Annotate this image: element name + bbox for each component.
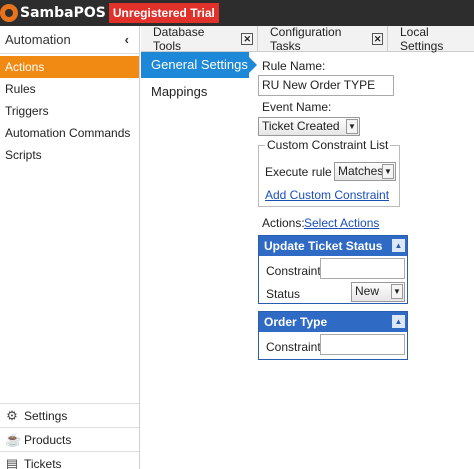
- action-panel-update-ticket-status: Update Ticket Status ▲ Constraint: Statu…: [258, 235, 408, 304]
- subnav-general-settings[interactable]: General Settings: [141, 52, 257, 78]
- status-value: New: [355, 284, 380, 298]
- title-bar: SambaPOS Unregistered Trial: [0, 0, 474, 26]
- event-name-select[interactable]: Ticket Created ▼: [258, 117, 360, 136]
- sidebar-collapse-icon[interactable]: ‹: [125, 32, 129, 47]
- sidebar-item-actions[interactable]: Actions: [0, 56, 139, 78]
- select-actions-link[interactable]: Select Actions: [304, 216, 379, 230]
- rule-name-input[interactable]: RU New Order TYPE: [258, 75, 394, 96]
- status-label: Status: [266, 287, 301, 301]
- tab-bar: Database Tools ✕ Configuration Tasks ✕ L…: [141, 25, 474, 53]
- event-name-label: Event Name:: [262, 100, 332, 114]
- sidebar-item-automation-commands[interactable]: Automation Commands: [0, 122, 139, 144]
- tab-database-tools[interactable]: Database Tools ✕: [141, 25, 258, 53]
- add-custom-constraint-link[interactable]: Add Custom Constraint: [265, 188, 389, 202]
- tab-local-settings[interactable]: Local Settings: [388, 25, 474, 53]
- sidebar-header: Automation ‹: [0, 26, 139, 54]
- constraint-label: Constraint:: [266, 340, 325, 354]
- actions-label: Actions:: [262, 216, 305, 230]
- trial-badge: Unregistered Trial: [108, 3, 219, 23]
- subnav-mappings[interactable]: Mappings: [141, 79, 249, 105]
- sidebar-bottom-label: Settings: [24, 408, 68, 423]
- action-panel-order-type: Order Type ▲ Constraint:: [258, 311, 408, 360]
- sidebar-item-settings[interactable]: ⚙ Settings: [0, 403, 139, 427]
- sambapos-logo-icon: [0, 4, 18, 22]
- action-panel-title: Update Ticket Status: [264, 239, 383, 253]
- action-panel-header: Update Ticket Status ▲: [259, 236, 407, 256]
- cup-icon: ☕: [5, 431, 22, 447]
- tab-configuration-tasks[interactable]: Configuration Tasks ✕: [258, 25, 388, 53]
- sidebar-item-triggers[interactable]: Triggers: [0, 100, 139, 122]
- gear-icon: ⚙: [6, 407, 18, 423]
- tab-label: Configuration Tasks: [270, 25, 342, 53]
- status-select[interactable]: New ▼: [351, 282, 405, 302]
- chevron-down-icon: ▼: [391, 284, 403, 299]
- constraint-input[interactable]: [320, 258, 405, 279]
- collapse-up-icon[interactable]: ▲: [392, 239, 405, 252]
- constraint-label: Constraint:: [266, 264, 325, 278]
- event-name-value: Ticket Created: [262, 119, 340, 133]
- sidebar-item-products[interactable]: ☕ Products: [0, 427, 139, 451]
- sidebar-title: Automation: [5, 32, 71, 47]
- execute-rule-value: Matches: [338, 164, 384, 178]
- close-icon[interactable]: ✕: [241, 33, 253, 45]
- collapse-up-icon[interactable]: ▲: [392, 315, 405, 328]
- custom-constraint-group: Custom Constraint List Execute rule if M…: [258, 138, 400, 207]
- sidebar-item-rules[interactable]: Rules: [0, 78, 139, 100]
- action-panel-header: Order Type ▲: [259, 312, 407, 332]
- ticket-icon: ▤: [5, 455, 19, 469]
- execute-rule-label: Execute rule if: [265, 165, 342, 179]
- execute-rule-select[interactable]: Matches ▼: [334, 162, 396, 181]
- tab-label: Local Settings: [400, 25, 444, 53]
- sidebar-item-tickets[interactable]: ▤ Tickets: [0, 451, 139, 469]
- chevron-down-icon: ▼: [382, 164, 394, 179]
- tab-label: Database Tools: [153, 25, 205, 53]
- sidebar-item-scripts[interactable]: Scripts: [0, 144, 139, 166]
- constraint-input[interactable]: [320, 334, 405, 355]
- sidebar: Automation ‹ Actions Rules Triggers Auto…: [0, 26, 140, 469]
- app-name: SambaPOS: [20, 5, 106, 21]
- chevron-down-icon: ▼: [346, 119, 358, 134]
- settings-subnav: General Settings Mappings: [141, 52, 257, 469]
- sidebar-bottom-label: Tickets: [24, 456, 62, 469]
- custom-constraint-title: Custom Constraint List: [265, 138, 391, 152]
- action-panel-title: Order Type: [264, 315, 328, 329]
- sidebar-bottom-label: Products: [24, 432, 72, 447]
- close-icon[interactable]: ✕: [372, 33, 383, 45]
- rule-name-label: Rule Name:: [262, 59, 326, 73]
